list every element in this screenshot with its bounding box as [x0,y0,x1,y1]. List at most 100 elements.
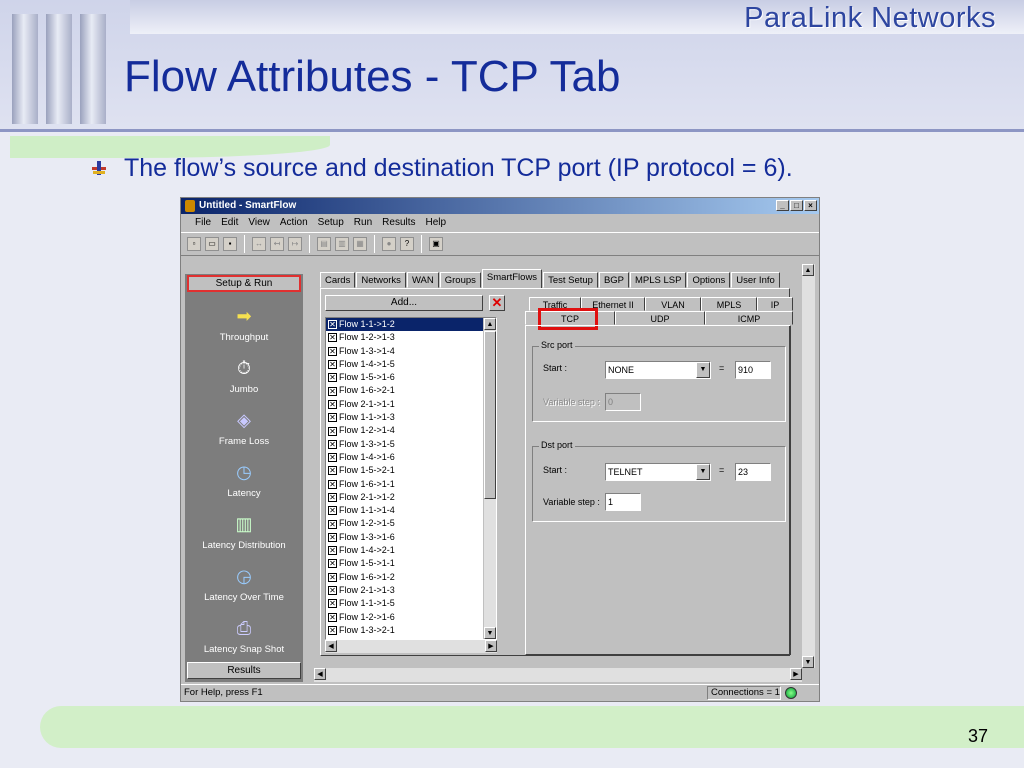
scroll-down-icon[interactable]: ▼ [484,627,496,639]
flow-list-item[interactable]: ✕ Flow 1-3->1-4 [326,345,496,358]
tab-mpls-lsp[interactable]: MPLS LSP [630,272,687,288]
flow-list-item[interactable]: ✕ Flow 1-4->1-6 [326,451,496,464]
flow-list-item[interactable]: ✕ Flow 1-2->1-6 [326,611,496,624]
menu-results[interactable]: Results [382,214,415,232]
menu-action[interactable]: Action [280,214,308,232]
flow-checkbox[interactable]: ✕ [328,360,337,370]
tab-networks[interactable]: Networks [356,272,406,288]
flow-checkbox[interactable]: ✕ [328,386,337,396]
flow-checkbox[interactable]: ✕ [328,373,337,383]
scroll-left-icon[interactable]: ◀ [314,668,326,680]
flow-checkbox[interactable]: ✕ [328,320,337,330]
flow-list[interactable]: ✕ Flow 1-1->1-2 ✕ Flow 1-2->1-3 ✕ Flow 1-3->1… [325,317,497,640]
flow-list-item[interactable]: ✕ Flow 2-1->1-3 [326,584,496,597]
scroll-thumb[interactable] [484,331,496,499]
sidebar-item-latency-over-time[interactable]: ◶ Latency Over Time [185,564,303,616]
menu-help[interactable]: Help [426,214,447,232]
results-button[interactable]: Results [187,662,301,679]
new-file-icon[interactable]: ▫ [187,237,201,251]
panel-scrollbar[interactable]: ▲ ▼ [802,264,815,668]
flow-checkbox[interactable]: ✕ [328,466,337,476]
flow-checkbox[interactable]: ✕ [328,532,337,542]
flow-checkbox[interactable]: ✕ [328,546,337,556]
sidebar-item-jumbo[interactable]: ⏱ Jumbo [185,356,303,408]
flow-list-item[interactable]: ✕ Flow 1-1->1-4 [326,504,496,517]
tab-options[interactable]: Options [687,272,731,288]
scroll-up-icon[interactable]: ▲ [802,264,814,276]
flow-checkbox[interactable]: ✕ [328,612,337,622]
src-port-value[interactable]: 910 [735,361,771,379]
dst-port-value[interactable]: 23 [735,463,771,481]
link-left-icon[interactable]: ↤ [270,237,284,251]
flow-checkbox[interactable]: ✕ [328,572,337,582]
tab-cards[interactable]: Cards [320,272,356,288]
dropdown-arrow-icon[interactable]: ▼ [696,362,710,378]
flow-checkbox[interactable]: ✕ [328,426,337,436]
subtab-mpls[interactable]: MPLS [701,297,757,311]
add-flow-button[interactable]: Add... [325,295,483,311]
src-variable-field[interactable]: 0 [605,393,641,411]
minimize-button[interactable]: _ [776,200,789,211]
flow-list-item[interactable]: ✕ Flow 1-5->2-1 [326,464,496,477]
flow-checkbox[interactable]: ✕ [328,479,337,489]
scroll-right-icon[interactable]: ▶ [485,640,497,652]
copy-icon[interactable]: ▤ [317,237,331,251]
flow-checkbox[interactable]: ✕ [328,559,337,569]
setup-run-button[interactable]: Setup & Run [187,275,301,292]
monitor-icon[interactable]: ▣ [429,237,443,251]
tab-smartflows[interactable]: SmartFlows [481,269,543,288]
subtab-icmp[interactable]: ICMP [705,311,793,325]
flow-list-scrollbar[interactable]: ▲ ▼ [483,318,496,639]
dst-port-select[interactable]: TELNET ▼ [605,463,711,481]
flow-checkbox[interactable]: ✕ [328,586,337,596]
flow-list-item[interactable]: ✕ Flow 2-1->1-1 [326,398,496,411]
subtab-vlan[interactable]: VLAN [645,297,701,311]
print-icon[interactable]: ▦ [353,237,367,251]
flow-list-item[interactable]: ✕ Flow 1-2->1-5 [326,517,496,530]
close-button[interactable]: × [804,200,817,211]
flow-list-item[interactable]: ✕ Flow 1-5->1-6 [326,371,496,384]
delete-icon[interactable]: ✕ [489,295,505,311]
flow-list-item[interactable]: ✕ Flow 1-2->1-4 [326,424,496,437]
dst-variable-field[interactable]: 1 [605,493,641,511]
flow-checkbox[interactable]: ✕ [328,453,337,463]
menu-run[interactable]: Run [354,214,372,232]
tab-wan[interactable]: WAN [406,272,439,288]
flow-list-item[interactable]: ✕ Flow 1-6->1-2 [326,571,496,584]
subtab-ip[interactable]: IP [757,297,793,311]
flow-list-item[interactable]: ✕ Flow 1-3->2-1 [326,624,496,637]
save-icon[interactable]: ▪ [223,237,237,251]
scroll-down-icon[interactable]: ▼ [802,656,814,668]
dropdown-arrow-icon[interactable]: ▼ [696,464,710,480]
panel-hscrollbar[interactable]: ◀ ▶ [314,668,802,682]
flow-list-item[interactable]: ✕ Flow 1-4->1-5 [326,358,496,371]
help-icon[interactable]: ? [400,237,414,251]
sidebar-item-latency[interactable]: ◷ Latency [185,460,303,512]
flow-checkbox[interactable]: ✕ [328,599,337,609]
tab-groups[interactable]: Groups [439,272,481,288]
flow-list-hscrollbar[interactable]: ◀ ▶ [325,640,497,653]
flow-list-item[interactable]: ✕ Flow 2-1->1-2 [326,491,496,504]
tab-user-info[interactable]: User Info [731,272,780,288]
sidebar-item-latency-snap-shot[interactable]: ⎙ Latency Snap Shot [185,616,303,668]
open-folder-icon[interactable]: ▭ [205,237,219,251]
flow-checkbox[interactable]: ✕ [328,519,337,529]
scroll-up-icon[interactable]: ▲ [484,318,496,330]
maximize-button[interactable]: □ [790,200,803,211]
flow-list-item[interactable]: ✕ Flow 1-1->1-5 [326,597,496,610]
sidebar-item-latency-distribution[interactable]: ▥ Latency Distribution [185,512,303,564]
flow-list-item[interactable]: ✕ Flow 1-2->1-3 [326,331,496,344]
flow-checkbox[interactable]: ✕ [328,439,337,449]
flow-list-item[interactable]: ✕ Flow 1-6->1-1 [326,478,496,491]
flow-checkbox[interactable]: ✕ [328,413,337,423]
menu-setup[interactable]: Setup [318,214,344,232]
link-right-icon[interactable]: ↦ [288,237,302,251]
menu-edit[interactable]: Edit [221,214,238,232]
menu-file[interactable]: File [195,214,211,232]
flow-list-item[interactable]: ✕ Flow 1-6->2-1 [326,384,496,397]
link-icon[interactable]: ↔ [252,237,266,251]
flow-checkbox[interactable]: ✕ [328,346,337,356]
scroll-left-icon[interactable]: ◀ [325,640,337,652]
flow-checkbox[interactable]: ✕ [328,333,337,343]
flow-checkbox[interactable]: ✕ [328,399,337,409]
